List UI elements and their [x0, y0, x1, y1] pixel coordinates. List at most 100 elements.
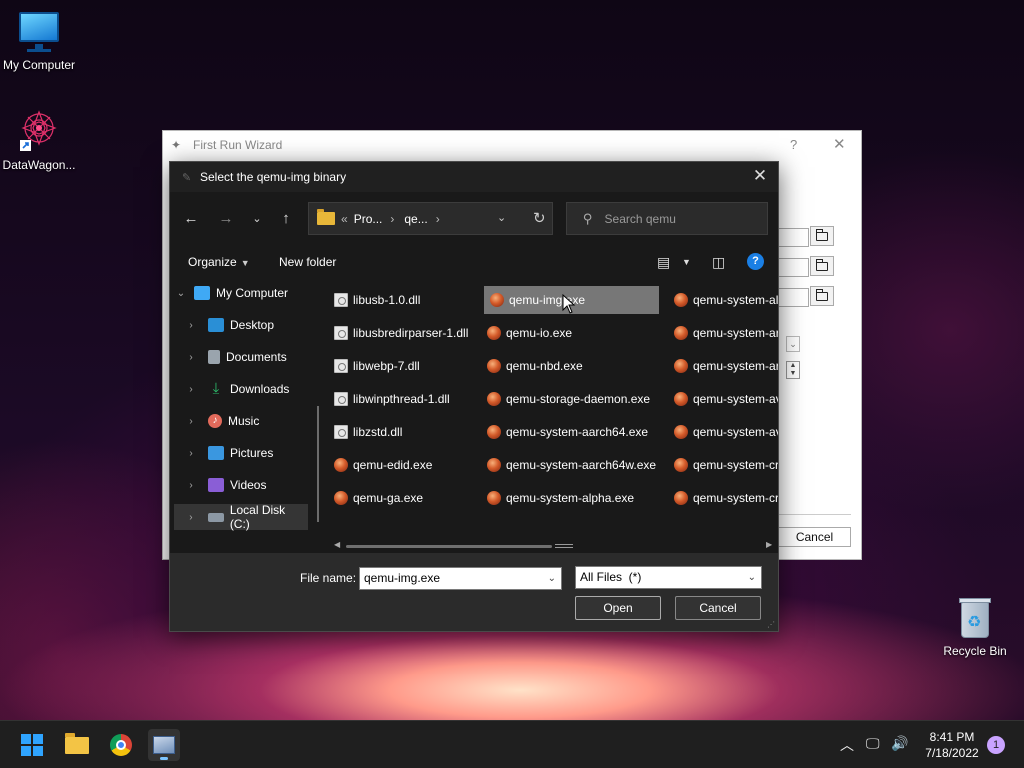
list-item[interactable]: qemu-storage-daemon.exe: [481, 385, 650, 413]
scroll-left-arrow-icon[interactable]: ◀: [334, 540, 340, 549]
forward-arrow-icon[interactable]: →: [215, 208, 237, 230]
wizard-cancel-button[interactable]: Cancel: [778, 527, 851, 547]
sidebar-item-downloads[interactable]: › ⤓ Downloads: [184, 376, 318, 402]
wizard-help-button[interactable]: ?: [790, 137, 797, 152]
expanded-chevron-icon[interactable]: ⌄: [174, 288, 188, 299]
notification-badge[interactable]: 1: [987, 736, 1005, 754]
sidebar-item-label: Documents: [226, 350, 287, 364]
collapsed-chevron-icon[interactable]: ›: [184, 320, 198, 331]
sidebar-item-music[interactable]: › ♪ Music: [184, 408, 318, 434]
cancel-button[interactable]: Cancel: [675, 596, 761, 620]
desktop-icon-my-computer[interactable]: My Computer: [0, 10, 81, 72]
sidebar-item-videos[interactable]: › Videos: [184, 472, 318, 498]
wizard-browse-button[interactable]: [810, 226, 834, 246]
list-item[interactable]: qemu-system-av: [668, 418, 778, 446]
file-type-select[interactable]: All Files (*) ⌄: [575, 566, 762, 589]
list-item[interactable]: qemu-ga.exe: [328, 484, 423, 512]
volume-icon[interactable]: 🔊: [891, 735, 908, 752]
search-placeholder: Search qemu: [604, 211, 676, 226]
qemu-exe-icon: [334, 491, 348, 505]
list-item[interactable]: qemu-system-av: [668, 385, 778, 413]
breadcrumb-item[interactable]: Pro...: [354, 212, 383, 226]
back-arrow-icon[interactable]: ←: [180, 208, 202, 230]
file-name: qemu-storage-daemon.exe: [506, 392, 651, 406]
chevron-down-icon[interactable]: ⌄: [548, 568, 556, 589]
list-item[interactable]: qemu-io.exe: [481, 319, 572, 347]
refresh-icon[interactable]: ↻: [533, 209, 546, 227]
list-item[interactable]: qemu-system-alpha.exe: [481, 484, 634, 512]
wizard-browse-button[interactable]: [810, 256, 834, 276]
wizard-close-button[interactable]: ✕: [833, 135, 846, 153]
breadcrumb-item[interactable]: qe...: [404, 212, 427, 226]
new-folder-button[interactable]: New folder: [279, 255, 336, 269]
search-box[interactable]: ⚲ Search qemu: [566, 202, 768, 235]
collapsed-chevron-icon[interactable]: ›: [184, 512, 198, 523]
collapsed-chevron-icon[interactable]: ›: [184, 480, 198, 491]
wizard-browse-button[interactable]: [810, 286, 834, 306]
collapsed-chevron-icon[interactable]: ›: [184, 416, 198, 427]
scrollbar-thumb[interactable]: [346, 545, 552, 548]
sidebar-item-label: Music: [228, 414, 260, 428]
dialog-close-button[interactable]: ✕: [750, 166, 770, 186]
computer-icon: [194, 286, 210, 300]
file-name-input[interactable]: qemu-img.exe ⌄: [359, 567, 562, 590]
list-item[interactable]: libusbredirparser-1.dll: [328, 319, 468, 347]
preview-pane-icon[interactable]: ◫: [712, 254, 725, 271]
chrome-button[interactable]: [105, 729, 137, 761]
address-dropdown-chevron-icon[interactable]: ⌄: [497, 211, 506, 224]
help-icon[interactable]: ?: [747, 253, 764, 270]
list-item[interactable]: qemu-system-cr: [668, 484, 778, 512]
wizard-divider: [777, 514, 851, 515]
sidebar-item-my-computer[interactable]: ⌄ My Computer: [174, 280, 308, 306]
qemu-exe-icon: [487, 392, 501, 406]
scroll-grip-icon[interactable]: [555, 544, 573, 548]
start-button[interactable]: [16, 729, 48, 761]
recent-locations-chevron-icon[interactable]: ⌄: [246, 208, 268, 230]
list-item[interactable]: qemu-system-ar: [668, 352, 778, 380]
scroll-right-arrow-icon[interactable]: ▶: [766, 540, 772, 549]
collapsed-chevron-icon[interactable]: ›: [184, 352, 198, 363]
network-icon[interactable]: 🖵: [866, 735, 880, 752]
list-item[interactable]: libzstd.dll: [328, 418, 402, 446]
collapsed-chevron-icon[interactable]: ›: [184, 384, 198, 395]
wizard-path-field[interactable]: [779, 228, 809, 247]
address-bar[interactable]: « Pro... › qe... › ⌄ ↻: [308, 202, 553, 235]
chevron-down-icon[interactable]: ⌄: [748, 567, 756, 588]
sidebar-item-local-disk[interactable]: › Local Disk (C:): [174, 503, 308, 531]
horizontal-scrollbar[interactable]: ◀ ▶: [334, 540, 774, 550]
list-item[interactable]: qemu-system-aarch64.exe: [481, 418, 648, 446]
list-item[interactable]: qemu-system-al: [668, 286, 778, 314]
sidebar-scrollbar[interactable]: [317, 406, 319, 522]
wizard-dropdown-arrow[interactable]: ⌄: [786, 336, 800, 352]
datawagon-taskbar-button[interactable]: [148, 729, 180, 761]
list-item[interactable]: libwebp-7.dll: [328, 352, 420, 380]
view-options-icon[interactable]: ▤: [657, 254, 670, 271]
desktop-icon-recycle-bin[interactable]: ♻ Recycle Bin: [933, 596, 1017, 658]
wizard-path-field[interactable]: [779, 258, 809, 277]
sidebar-item-desktop[interactable]: › Desktop: [184, 312, 318, 338]
sidebar-item-pictures[interactable]: › Pictures: [184, 440, 318, 466]
list-item[interactable]: qemu-system-ar: [668, 319, 778, 347]
list-item[interactable]: qemu-system-cr: [668, 451, 778, 479]
list-item[interactable]: libusb-1.0.dll: [328, 286, 420, 314]
desktop-icon-datawagon[interactable]: DataWagon...: [0, 106, 81, 172]
organize-button[interactable]: Organize ▼: [188, 255, 250, 269]
wizard-path-field[interactable]: [779, 288, 809, 307]
wizard-spinbox-arrows[interactable]: ▲ ▼: [786, 361, 800, 379]
view-options-caret-icon[interactable]: ▼: [682, 257, 691, 267]
file-name: qemu-io.exe: [506, 326, 573, 340]
list-item[interactable]: qemu-edid.exe: [328, 451, 432, 479]
list-item[interactable]: qemu-system-aarch64w.exe: [481, 451, 656, 479]
monitor-icon: [17, 10, 61, 54]
chevron-up-icon[interactable]: ︿: [840, 735, 854, 755]
collapsed-chevron-icon[interactable]: ›: [184, 448, 198, 459]
file-explorer-button[interactable]: [61, 729, 93, 761]
list-item[interactable]: qemu-nbd.exe: [481, 352, 583, 380]
sidebar-item-documents[interactable]: › Documents: [184, 344, 318, 370]
clock[interactable]: 8:41 PM 7/18/2022: [920, 729, 984, 761]
clock-time: 8:41 PM: [929, 730, 975, 744]
list-item[interactable]: libwinpthread-1.dll: [328, 385, 450, 413]
open-button[interactable]: Open: [575, 596, 661, 620]
up-arrow-icon[interactable]: ↑: [275, 208, 297, 230]
resize-grip-icon[interactable]: ⋰: [767, 620, 775, 629]
